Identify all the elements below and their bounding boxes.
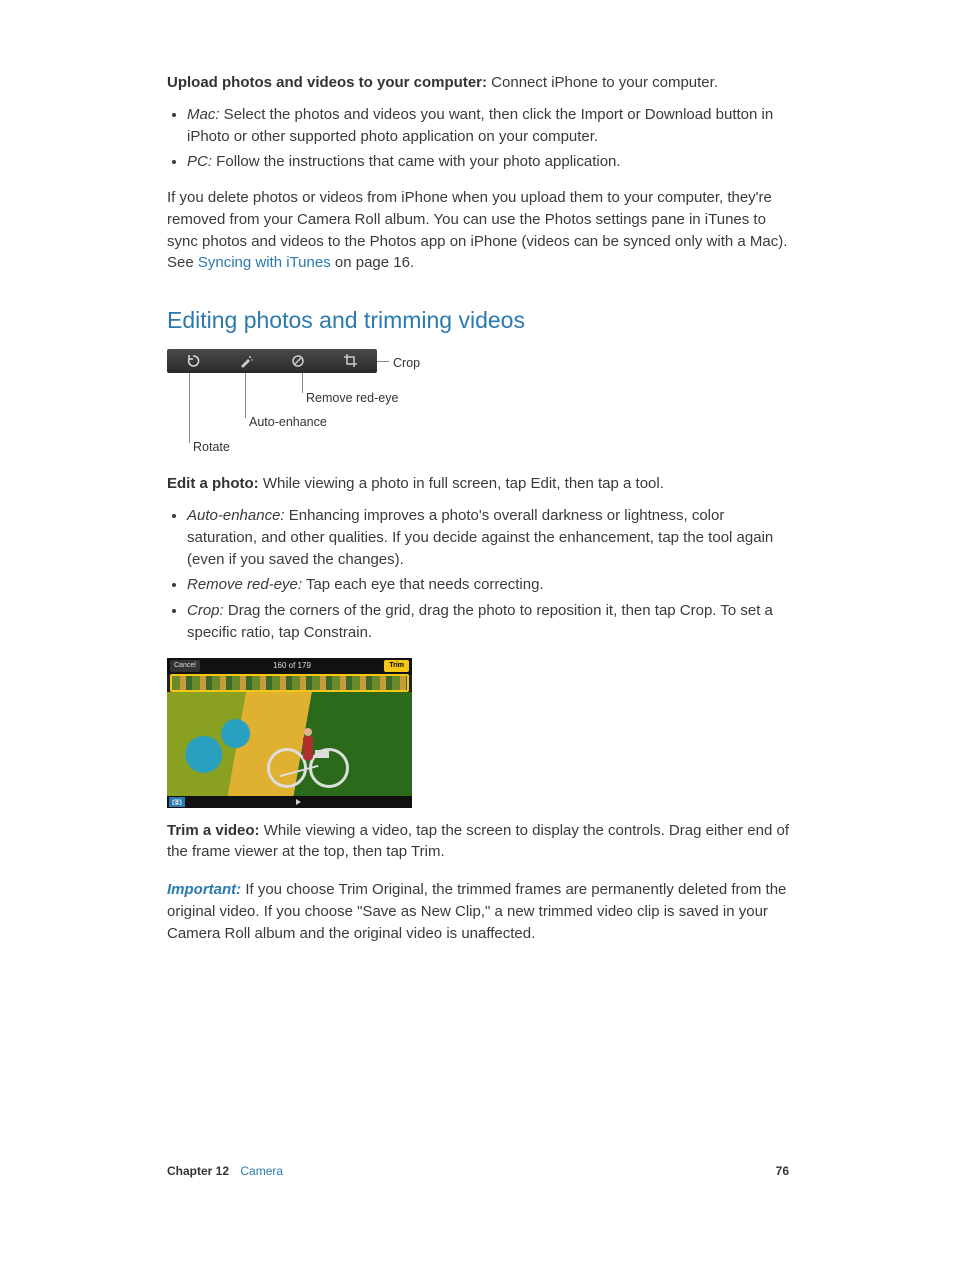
mac-text: Select the photos and videos you want, t… [187, 106, 773, 145]
trim-button[interactable]: Trim [384, 660, 409, 672]
cancel-button[interactable]: Cancel [170, 660, 200, 672]
remove-redeye-text: Tap each eye that needs correcting. [302, 576, 544, 593]
footer-left: Chapter 12 Camera [167, 1163, 283, 1180]
important-para: Important: If you choose Trim Original, … [167, 879, 789, 944]
list-item: Crop: Drag the corners of the grid, drag… [187, 600, 789, 644]
trim-video-title: Trim a video: [167, 822, 260, 839]
cyclist-graphic [267, 718, 347, 788]
upload-intro: Upload photos and videos to your compute… [167, 72, 789, 94]
enhance-callout: Auto-enhance [249, 413, 327, 431]
chapter-label: Chapter 12 [167, 1164, 229, 1178]
remove-redeye-label: Remove red-eye: [187, 576, 302, 593]
chapter-name: Camera [240, 1164, 283, 1178]
crop-callout: Crop [393, 354, 420, 372]
redeye-icon [289, 352, 307, 370]
page-number: 76 [776, 1163, 789, 1180]
delete-note: If you delete photos or videos from iPho… [167, 187, 789, 274]
edit-toolbar [167, 349, 377, 373]
trim-video-rest: While viewing a video, tap the screen to… [167, 822, 789, 861]
pc-text: Follow the instructions that came with y… [212, 153, 621, 170]
filmstrip[interactable] [170, 674, 409, 692]
list-item: Mac: Select the photos and videos you wa… [187, 104, 789, 148]
list-item: Auto-enhance: Enhancing improves a photo… [187, 505, 789, 570]
callout-line [377, 361, 389, 362]
important-rest: If you choose Trim Original, the trimmed… [167, 881, 786, 942]
video-count: 160 of 179 [273, 660, 311, 672]
auto-enhance-label: Auto-enhance: [187, 507, 285, 524]
delete-text-b: on page 16. [331, 254, 414, 271]
callout-line [302, 373, 303, 393]
syncing-link[interactable]: Syncing with iTunes [198, 254, 331, 271]
edit-tools-list: Auto-enhance: Enhancing improves a photo… [167, 505, 789, 644]
crop-label: Crop: [187, 602, 224, 619]
crop-icon [342, 352, 360, 370]
list-item: Remove red-eye: Tap each eye that needs … [187, 574, 789, 596]
edit-photo-rest: While viewing a photo in full screen, ta… [259, 475, 664, 492]
upload-list: Mac: Select the photos and videos you wa… [167, 104, 789, 173]
edit-photo-title: Edit a photo: [167, 475, 259, 492]
rotate-icon [184, 352, 202, 370]
page-content: Upload photos and videos to your compute… [167, 72, 789, 954]
edit-photo-para: Edit a photo: While viewing a photo in f… [167, 473, 789, 495]
important-label: Important: [167, 881, 241, 898]
rotate-callout: Rotate [193, 438, 230, 456]
callout-line [245, 373, 246, 418]
redeye-callout: Remove red-eye [306, 389, 398, 407]
upload-rest: Connect iPhone to your computer. [487, 74, 718, 91]
video-trim-figure: Cancel 160 of 179 Trim [167, 658, 412, 808]
play-icon[interactable] [296, 799, 301, 805]
crop-text: Drag the corners of the grid, drag the p… [187, 602, 773, 641]
video-top-bar: Cancel 160 of 179 Trim [167, 658, 412, 674]
section-heading: Editing photos and trimming videos [167, 304, 789, 337]
upload-title: Upload photos and videos to your compute… [167, 74, 487, 91]
mac-label: Mac: [187, 106, 220, 123]
video-bottom-bar [167, 796, 412, 808]
camera-icon[interactable] [169, 797, 185, 807]
pc-label: PC: [187, 153, 212, 170]
callout-line [189, 373, 190, 443]
list-item: PC: Follow the instructions that came wi… [187, 151, 789, 173]
toolbar-figure: Crop Remove red-eye Auto-enhance Rotate [167, 349, 467, 459]
trim-video-para: Trim a video: While viewing a video, tap… [167, 820, 789, 864]
page-footer: Chapter 12 Camera 76 [167, 1163, 789, 1180]
enhance-icon [237, 352, 255, 370]
